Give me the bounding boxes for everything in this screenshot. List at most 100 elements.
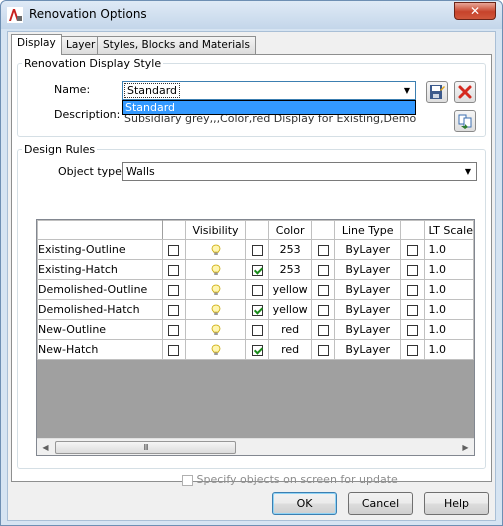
lt-scale-cell[interactable]: 1.0 bbox=[423, 319, 474, 340]
linetype-override-cell[interactable] bbox=[310, 279, 336, 300]
lt-scale-override-checkbox[interactable] bbox=[406, 264, 418, 276]
color-override-cell[interactable] bbox=[245, 239, 270, 260]
lt-scale-cell[interactable]: 1.0 bbox=[423, 259, 474, 280]
color-cell[interactable]: yellow bbox=[268, 279, 312, 300]
title-bar[interactable]: Renovation Options ✕ bbox=[1, 1, 502, 29]
lt-scale-override-checkbox[interactable] bbox=[406, 344, 418, 356]
linetype-override-checkbox[interactable] bbox=[317, 244, 329, 256]
color-override-cell[interactable] bbox=[245, 319, 270, 340]
visibility-cell[interactable] bbox=[185, 299, 247, 320]
tab-styles-blocks-materials[interactable]: Styles, Blocks and Materials bbox=[97, 36, 256, 54]
row-name[interactable]: Demolished-Outline bbox=[37, 279, 163, 300]
visibility-override-cell[interactable] bbox=[161, 239, 187, 260]
table-row[interactable]: Demolished-Hatch yellow ByLayer 1.0 bbox=[37, 299, 474, 320]
color-cell[interactable]: red bbox=[268, 339, 312, 360]
delete-style-button[interactable] bbox=[454, 81, 476, 103]
table-row[interactable]: Demolished-Outline yellow ByLayer 1.0 bbox=[37, 279, 474, 300]
lt-scale-override-cell[interactable] bbox=[400, 239, 425, 260]
visibility-override-cell[interactable] bbox=[161, 259, 187, 280]
column-header-lt-scale[interactable]: LT Scale bbox=[423, 220, 474, 240]
column-header-line-type[interactable]: Line Type bbox=[334, 220, 402, 240]
help-button[interactable]: Help bbox=[424, 492, 489, 515]
row-name[interactable]: Demolished-Hatch bbox=[37, 299, 163, 320]
visibility-override-cell[interactable] bbox=[161, 299, 187, 320]
save-style-button[interactable] bbox=[426, 81, 448, 103]
lt-scale-override-cell[interactable] bbox=[400, 319, 425, 340]
visibility-override-checkbox[interactable] bbox=[168, 284, 180, 296]
visibility-override-checkbox[interactable] bbox=[168, 324, 180, 336]
color-cell[interactable]: red bbox=[268, 319, 312, 340]
row-name[interactable]: New-Hatch bbox=[37, 339, 163, 360]
column-header-visibility[interactable]: Visibility bbox=[185, 220, 247, 240]
linetype-override-cell[interactable] bbox=[310, 259, 336, 280]
visibility-cell[interactable] bbox=[185, 339, 247, 360]
lt-scale-cell[interactable]: 1.0 bbox=[423, 239, 474, 260]
scroll-left-icon[interactable]: ◀ bbox=[37, 439, 54, 455]
lt-scale-override-checkbox[interactable] bbox=[406, 324, 418, 336]
color-override-checkbox[interactable] bbox=[251, 304, 263, 316]
linetype-cell[interactable]: ByLayer bbox=[334, 279, 402, 300]
color-override-checkbox[interactable] bbox=[251, 324, 263, 336]
scrollbar-thumb[interactable]: III bbox=[55, 441, 236, 454]
horizontal-scrollbar[interactable]: ◀ III ▶ bbox=[37, 438, 474, 455]
lt-scale-override-cell[interactable] bbox=[400, 339, 425, 360]
table-row[interactable]: Existing-Outline 253 ByLayer 1.0 bbox=[37, 239, 474, 260]
visibility-override-cell[interactable] bbox=[161, 319, 187, 340]
linetype-override-checkbox[interactable] bbox=[317, 284, 329, 296]
lt-scale-cell[interactable]: 1.0 bbox=[423, 339, 474, 360]
linetype-cell[interactable]: ByLayer bbox=[334, 259, 402, 280]
style-name-dropdown[interactable]: Standard ▼ bbox=[122, 81, 416, 100]
color-override-cell[interactable] bbox=[245, 259, 270, 280]
linetype-cell[interactable]: ByLayer bbox=[334, 339, 402, 360]
color-cell[interactable]: yellow bbox=[268, 299, 312, 320]
color-cell[interactable]: 253 bbox=[268, 239, 312, 260]
linetype-override-cell[interactable] bbox=[310, 299, 336, 320]
visibility-override-checkbox[interactable] bbox=[168, 344, 180, 356]
lt-scale-override-cell[interactable] bbox=[400, 279, 425, 300]
visibility-cell[interactable] bbox=[185, 319, 247, 340]
visibility-override-checkbox[interactable] bbox=[168, 264, 180, 276]
visibility-override-checkbox[interactable] bbox=[168, 304, 180, 316]
column-header-color[interactable]: Color bbox=[268, 220, 312, 240]
dropdown-option-standard[interactable]: Standard bbox=[123, 101, 415, 114]
table-row[interactable]: New-Outline red ByLayer 1.0 bbox=[37, 319, 474, 340]
tab-display[interactable]: Display bbox=[11, 34, 62, 55]
linetype-cell[interactable]: ByLayer bbox=[334, 239, 402, 260]
table-row[interactable]: Existing-Hatch 253 ByLayer 1.0 bbox=[37, 259, 474, 280]
close-window-button[interactable]: ✕ bbox=[454, 2, 496, 20]
lt-scale-override-cell[interactable] bbox=[400, 259, 425, 280]
linetype-override-cell[interactable] bbox=[310, 239, 336, 260]
lt-scale-override-checkbox[interactable] bbox=[406, 284, 418, 296]
color-cell[interactable]: 253 bbox=[268, 259, 312, 280]
linetype-cell[interactable]: ByLayer bbox=[334, 319, 402, 340]
color-override-checkbox[interactable] bbox=[251, 244, 263, 256]
color-override-cell[interactable] bbox=[245, 299, 270, 320]
row-name[interactable]: Existing-Outline bbox=[37, 239, 163, 260]
linetype-override-checkbox[interactable] bbox=[317, 264, 329, 276]
color-override-checkbox[interactable] bbox=[251, 284, 263, 296]
color-override-checkbox[interactable] bbox=[251, 344, 263, 356]
linetype-override-checkbox[interactable] bbox=[317, 344, 329, 356]
object-type-dropdown[interactable]: Walls ▼ bbox=[122, 162, 477, 181]
visibility-override-cell[interactable] bbox=[161, 279, 187, 300]
scroll-right-icon[interactable]: ▶ bbox=[457, 439, 474, 455]
visibility-cell[interactable] bbox=[185, 239, 247, 260]
description-field[interactable]: Subsidiary grey,,,Color,red Display for … bbox=[124, 114, 416, 126]
transfer-style-button[interactable] bbox=[454, 110, 476, 132]
ok-button[interactable]: OK bbox=[272, 492, 337, 515]
cancel-button[interactable]: Cancel bbox=[348, 492, 413, 515]
row-name[interactable]: Existing-Hatch bbox=[37, 259, 163, 280]
visibility-override-cell[interactable] bbox=[161, 339, 187, 360]
linetype-override-checkbox[interactable] bbox=[317, 304, 329, 316]
lt-scale-override-cell[interactable] bbox=[400, 299, 425, 320]
row-name[interactable]: New-Outline bbox=[37, 319, 163, 340]
tab-layer[interactable]: Layer bbox=[60, 36, 102, 54]
lt-scale-cell[interactable]: 1.0 bbox=[423, 279, 474, 300]
color-override-checkbox[interactable] bbox=[251, 264, 263, 276]
linetype-override-checkbox[interactable] bbox=[317, 324, 329, 336]
lt-scale-cell[interactable]: 1.0 bbox=[423, 299, 474, 320]
lt-scale-override-checkbox[interactable] bbox=[406, 304, 418, 316]
linetype-cell[interactable]: ByLayer bbox=[334, 299, 402, 320]
linetype-override-cell[interactable] bbox=[310, 339, 336, 360]
color-override-cell[interactable] bbox=[245, 339, 270, 360]
